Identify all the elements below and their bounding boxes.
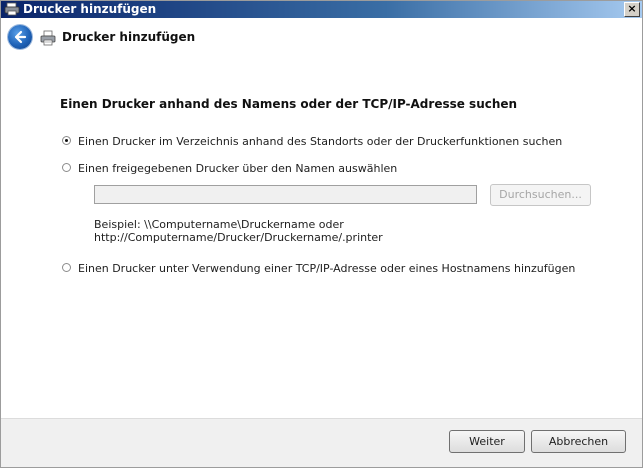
radio-search-directory[interactable] — [62, 136, 71, 145]
radio-shared-printer[interactable] — [62, 163, 71, 172]
back-button[interactable] — [8, 25, 32, 49]
close-button[interactable]: × — [624, 2, 640, 17]
browse-button[interactable]: Durchsuchen... — [490, 184, 591, 206]
title-bar: Drucker hinzufügen × — [1, 1, 642, 18]
next-button[interactable]: Weiter — [449, 430, 525, 453]
cancel-button[interactable]: Abbrechen — [531, 430, 626, 453]
wizard-title: Drucker hinzufügen — [62, 30, 196, 44]
page-heading: Einen Drucker anhand des Namens oder der… — [60, 97, 518, 111]
wizard-content: Einen Drucker anhand des Namens oder der… — [1, 58, 642, 467]
printer-name-input[interactable] — [94, 185, 477, 204]
example-line-1: Beispiel: \\Computername\Druckername ode… — [94, 218, 344, 231]
printer-icon — [4, 2, 20, 16]
window-title: Drucker hinzufügen — [23, 2, 157, 16]
back-arrow-icon — [14, 30, 27, 44]
option-label: Einen freigegebenen Drucker über den Nam… — [78, 162, 398, 175]
example-text: Beispiel: \\Computername\Druckername ode… — [94, 218, 383, 244]
option-label: Einen Drucker im Verzeichnis anhand des … — [78, 135, 563, 148]
radio-tcpip[interactable] — [62, 263, 71, 272]
example-line-2: http://Computername/Drucker/Druckername/… — [94, 231, 383, 244]
wizard-header: Drucker hinzufügen — [1, 18, 642, 58]
option-label: Einen Drucker unter Verwendung einer TCP… — [78, 262, 576, 275]
add-printer-dialog: Drucker hinzufügen × Drucker hinzufügen … — [0, 0, 643, 468]
wizard-footer: Weiter Abbrechen — [1, 418, 642, 467]
printer-icon — [40, 30, 56, 49]
